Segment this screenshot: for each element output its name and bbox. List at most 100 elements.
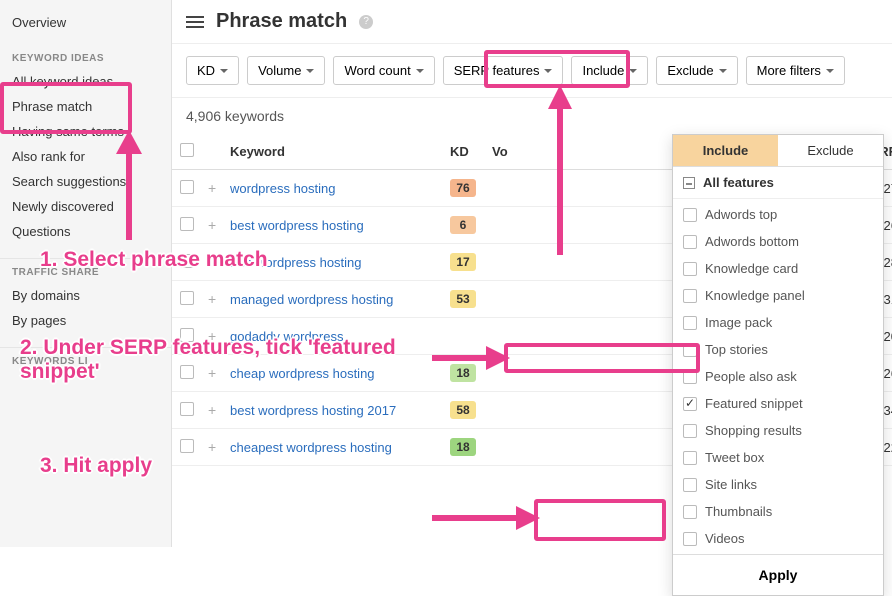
col-keyword[interactable]: Keyword [222, 134, 442, 170]
dropdown-item[interactable]: Top stories [673, 336, 883, 363]
sidebar-section-keyword-ideas: KEYWORD IDEAS [0, 45, 171, 69]
kd-badge: 53 [450, 290, 476, 308]
plus-icon[interactable]: + [208, 439, 216, 455]
dropdown-item-label: Thumbnails [705, 504, 772, 519]
filter-kd[interactable]: KD [186, 56, 239, 85]
sidebar-item-by-pages[interactable]: By pages [0, 308, 171, 333]
dropdown-item[interactable]: Image pack [673, 309, 883, 336]
sidebar-overview[interactable]: Overview [0, 10, 171, 35]
dropdown-item-label: Top stories [705, 342, 768, 357]
sidebar-item-phrase-match[interactable]: Phrase match [0, 94, 171, 119]
plus-icon[interactable]: + [208, 217, 216, 233]
annotation-arrow-3 [432, 500, 542, 536]
kd-badge: 18 [450, 438, 476, 456]
dropdown-item-label: Knowledge card [705, 261, 798, 276]
kd-badge: 17 [450, 253, 476, 271]
dropdown-item-label: People also ask [705, 369, 797, 384]
dropdown-tab-include[interactable]: Include [673, 135, 778, 166]
annotation-arrow-2 [432, 340, 512, 376]
minus-icon [683, 177, 695, 189]
select-all-checkbox[interactable] [180, 143, 194, 157]
checkbox[interactable] [683, 478, 697, 492]
serp-features-dropdown: Include Exclude All features Adwords top… [672, 134, 884, 596]
dropdown-item[interactable]: Knowledge card [673, 255, 883, 282]
plus-icon[interactable]: + [208, 291, 216, 307]
annotation-arrow-1 [104, 130, 154, 250]
dropdown-tab-exclude[interactable]: Exclude [778, 135, 883, 166]
annotation-text-2: 2. Under SERP features, tick 'featured s… [20, 336, 440, 384]
checkbox[interactable] [683, 451, 697, 465]
annotation-arrow-up [540, 85, 580, 265]
dropdown-item[interactable]: Site links [673, 471, 883, 498]
dropdown-item[interactable]: Shopping results [673, 417, 883, 444]
checkbox[interactable] [683, 343, 697, 357]
checkbox[interactable] [683, 316, 697, 330]
plus-icon[interactable]: + [208, 402, 216, 418]
dropdown-all-features[interactable]: All features [673, 167, 883, 199]
filter-word-count[interactable]: Word count [333, 56, 434, 85]
checkbox[interactable] [683, 532, 697, 546]
keyword-link[interactable]: best wordpress hosting 2017 [230, 403, 396, 418]
kd-badge: 76 [450, 179, 476, 197]
row-checkbox[interactable] [180, 402, 194, 416]
filter-exclude[interactable]: Exclude [656, 56, 737, 85]
filter-serp-features[interactable]: SERP features [443, 56, 564, 85]
dropdown-item[interactable]: Adwords bottom [673, 228, 883, 255]
plus-icon[interactable]: + [208, 180, 216, 196]
checkbox[interactable] [683, 262, 697, 276]
caret-icon [826, 69, 834, 73]
apply-button[interactable]: Apply [673, 554, 883, 595]
caret-icon [544, 69, 552, 73]
dropdown-item[interactable]: Thumbnails [673, 498, 883, 525]
dropdown-item[interactable]: Featured snippet [673, 390, 883, 417]
dropdown-item-label: Featured snippet [705, 396, 803, 411]
row-checkbox[interactable] [180, 291, 194, 305]
sidebar-item-by-domains[interactable]: By domains [0, 283, 171, 308]
menu-icon[interactable] [186, 13, 204, 31]
help-icon[interactable]: ? [359, 15, 373, 29]
checkbox[interactable] [683, 370, 697, 384]
dropdown-item-label: Site links [705, 477, 757, 492]
caret-icon [416, 69, 424, 73]
row-checkbox[interactable] [180, 180, 194, 194]
checkbox[interactable] [683, 289, 697, 303]
checkbox[interactable] [683, 424, 697, 438]
filter-volume[interactable]: Volume [247, 56, 325, 85]
caret-icon [629, 69, 637, 73]
kd-badge: 58 [450, 401, 476, 419]
dropdown-item-label: Shopping results [705, 423, 802, 438]
keyword-link[interactable]: best wordpress hosting [230, 218, 364, 233]
keyword-count: 4,906 keywords [172, 98, 892, 134]
caret-icon [719, 69, 727, 73]
keyword-link[interactable]: cheapest wordpress hosting [230, 440, 392, 455]
checkbox[interactable] [683, 505, 697, 519]
dropdown-item-label: Knowledge panel [705, 288, 805, 303]
col-kd[interactable]: KD [442, 134, 484, 170]
filter-include[interactable]: Include [571, 56, 648, 85]
checkbox[interactable] [683, 397, 697, 411]
sidebar-item-all-keyword-ideas[interactable]: All keyword ideas [0, 69, 171, 94]
col-volume[interactable]: Vo [484, 134, 544, 170]
dropdown-item[interactable]: Videos [673, 525, 883, 552]
dropdown-item[interactable]: Tweet box [673, 444, 883, 471]
dropdown-item[interactable]: Adwords top [673, 201, 883, 228]
title-bar: Phrase match ? [172, 0, 892, 44]
filter-bar: KD Volume Word count SERP features Inclu… [172, 44, 892, 98]
row-checkbox[interactable] [180, 439, 194, 453]
caret-icon [306, 69, 314, 73]
dropdown-item[interactable]: People also ask [673, 363, 883, 390]
checkbox[interactable] [683, 235, 697, 249]
kd-badge: 6 [450, 216, 476, 234]
dropdown-item[interactable]: Knowledge panel [673, 282, 883, 309]
dropdown-item-label: Tweet box [705, 450, 764, 465]
dropdown-item-label: Adwords top [705, 207, 777, 222]
caret-icon [220, 69, 228, 73]
page-title: Phrase match [216, 10, 347, 33]
keyword-link[interactable]: managed wordpress hosting [230, 292, 393, 307]
checkbox[interactable] [683, 208, 697, 222]
filter-more[interactable]: More filters [746, 56, 845, 85]
keyword-link[interactable]: wordpress hosting [230, 181, 336, 196]
main-panel: Phrase match ? KD Volume Word count SERP… [172, 0, 892, 547]
annotation-text-1: 1. Select phrase match [40, 248, 268, 272]
row-checkbox[interactable] [180, 217, 194, 231]
